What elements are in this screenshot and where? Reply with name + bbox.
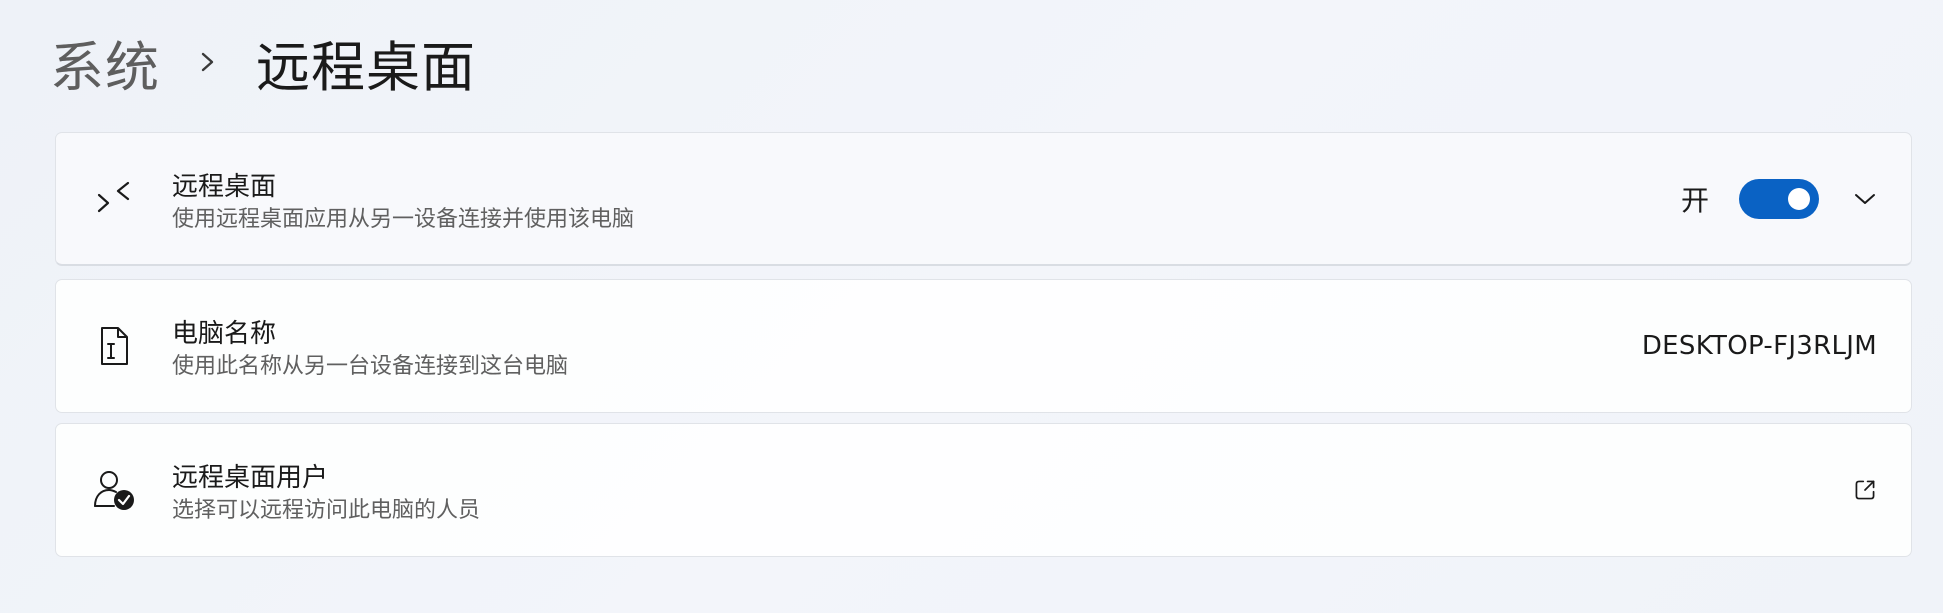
- remote-desktop-text: 远程桌面 使用远程桌面应用从另一设备连接并使用该电脑: [172, 171, 634, 235]
- pc-name-text: 电脑名称 使用此名称从另一台设备连接到这台电脑: [172, 318, 568, 382]
- remote-desktop-users-title: 远程桌面用户: [172, 463, 329, 493]
- pc-name-card: 电脑名称 使用此名称从另一台设备连接到这台电脑 DESKTOP-FJ3RLJM: [55, 279, 1912, 413]
- external-link-icon[interactable]: [1853, 478, 1877, 502]
- chevron-right-icon: [194, 48, 222, 76]
- chevron-down-icon[interactable]: [1853, 187, 1877, 211]
- remote-desktop-users-description: 选择可以远程访问此电脑的人员: [172, 498, 481, 523]
- remote-desktop-description: 使用远程桌面应用从另一设备连接并使用该电脑: [172, 207, 635, 232]
- remote-desktop-users-text: 远程桌面用户 选择可以远程访问此电脑的人员: [172, 462, 480, 526]
- remote-desktop-card[interactable]: 远程桌面 使用远程桌面应用从另一设备连接并使用该电脑 开: [55, 132, 1912, 266]
- remote-desktop-icon: [92, 177, 136, 221]
- remote-desktop-toggle[interactable]: [1739, 178, 1819, 219]
- toggle-knob: [1788, 187, 1810, 210]
- page-title: 远程桌面: [256, 35, 476, 99]
- remote-desktop-users-card[interactable]: 远程桌面用户 选择可以远程访问此电脑的人员: [55, 423, 1912, 557]
- user-check-icon: [92, 468, 136, 512]
- remote-desktop-users-action: [1853, 424, 1877, 556]
- remote-desktop-controls: 开: [1681, 133, 1877, 264]
- breadcrumb: 系统 远程桌面: [50, 22, 476, 102]
- pc-name-value-area: DESKTOP-FJ3RLJM: [1642, 280, 1877, 412]
- remote-desktop-title: 远程桌面: [172, 172, 277, 202]
- pc-name-description: 使用此名称从另一台设备连接到这台电脑: [172, 354, 569, 379]
- pc-name-icon: [92, 324, 136, 368]
- toggle-state-label: 开: [1680, 183, 1709, 217]
- pc-name-value: DESKTOP-FJ3RLJM: [1641, 331, 1877, 361]
- pc-name-title: 电脑名称: [172, 319, 277, 349]
- breadcrumb-parent-system[interactable]: 系统: [50, 23, 160, 102]
